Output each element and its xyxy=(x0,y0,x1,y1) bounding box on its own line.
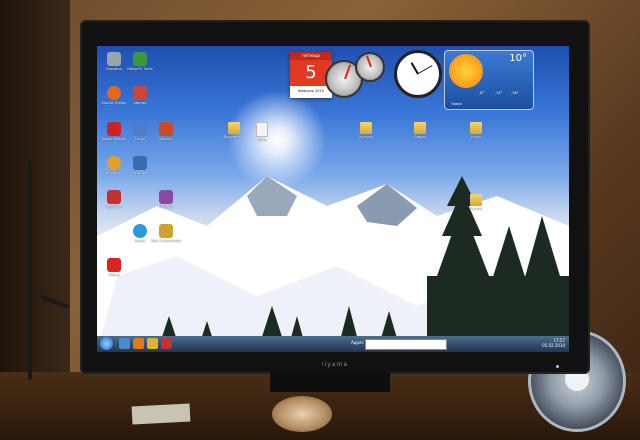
recycle-bin-icon xyxy=(107,52,121,66)
nokia-icon xyxy=(133,52,147,66)
folder-icon xyxy=(228,122,240,134)
ie-icon[interactable] xyxy=(119,338,130,349)
forecast-day: -12° xyxy=(495,91,503,95)
folder-icon xyxy=(414,122,426,134)
system-tray-clock[interactable]: 17:57 05.02.2010 xyxy=(542,338,565,348)
desktop-icon[interactable]: Тотал xyxy=(127,122,153,141)
document-icon xyxy=(256,122,268,137)
paper-sheet xyxy=(131,403,191,425)
desktop-icon[interactable]: Skype xyxy=(127,224,153,243)
power-led xyxy=(556,365,559,368)
calendar-month: Февраль 2010 xyxy=(298,89,324,93)
cd-disc xyxy=(272,396,332,432)
desktop-folder[interactable]: Фото xyxy=(249,122,275,142)
daemon-icon xyxy=(107,190,121,204)
desktop-icon[interactable]: Аватар xyxy=(127,86,153,105)
memory-gauge[interactable] xyxy=(355,52,385,82)
folder-icon xyxy=(470,122,482,134)
weather-city: Томск xyxy=(451,102,462,106)
clock-minute-hand xyxy=(417,65,433,75)
media-taskbar-icon[interactable] xyxy=(161,338,172,349)
folder-icon xyxy=(360,122,372,134)
desktop-folder[interactable]: Музыка xyxy=(353,122,379,139)
firefox-icon xyxy=(107,86,121,100)
acdsee-icon xyxy=(133,156,147,170)
firefox-taskbar-icon[interactable] xyxy=(133,338,144,349)
desktop-icon[interactable]: BitComet xyxy=(101,156,127,175)
desktop-folder[interactable]: Разное xyxy=(463,194,489,211)
address-label: Адрес xyxy=(351,340,364,345)
clock-gadget[interactable] xyxy=(394,50,442,98)
winrar-icon xyxy=(159,190,173,204)
address-input[interactable] xyxy=(365,339,447,350)
opera-icon xyxy=(107,258,121,272)
cable xyxy=(28,160,32,380)
desktop-icon[interactable]: Opera xyxy=(101,258,127,277)
forecast-day: -8° xyxy=(479,91,485,95)
taskbar: Адрес 17:57 05.02.2010 xyxy=(97,336,569,352)
desktop-icon[interactable]: Mozilla Firefox xyxy=(101,86,127,105)
total-commander-icon xyxy=(159,224,173,238)
desktop-icon[interactable]: Total Commander xyxy=(151,224,181,243)
desktop-screen: Корзина Nokia PC Suite Mozilla Firefox А… xyxy=(97,46,569,352)
forecast-day: -16° xyxy=(511,91,519,95)
folder-icon xyxy=(470,194,482,206)
weather-temperature: 10° xyxy=(509,53,527,64)
monitor-brand: iiyama xyxy=(321,361,349,368)
desktop-folder[interactable]: Документы xyxy=(221,122,247,139)
skype-icon xyxy=(133,224,147,238)
desktop-folder[interactable]: Игры xyxy=(463,122,489,139)
explorer-taskbar-icon[interactable] xyxy=(147,338,158,349)
desktop-icon[interactable]: Nokia PC Suite xyxy=(127,52,153,71)
weather-gadget[interactable]: 10° Томск -8° -12° -16° xyxy=(444,50,534,110)
desktop-icon[interactable]: Adobe Reader xyxy=(101,122,127,141)
desktop-icon[interactable]: Daemon xyxy=(101,190,127,209)
desktop-folder[interactable]: Видео xyxy=(407,122,433,139)
sun-icon xyxy=(449,54,483,88)
avatar-icon xyxy=(133,86,147,100)
calendar-weekday: пятница xyxy=(290,52,332,60)
wallpaper-landscape xyxy=(97,176,569,352)
bitcomet-icon xyxy=(107,156,121,170)
desktop-icon[interactable]: WinRAR xyxy=(153,190,179,209)
app-icon xyxy=(159,122,173,136)
app-icon xyxy=(133,122,147,136)
start-button[interactable] xyxy=(100,337,113,350)
desktop-icon[interactable]: Корзина xyxy=(101,52,127,71)
adobe-reader-icon xyxy=(107,122,121,136)
desktop-icon[interactable]: Мастер xyxy=(153,122,179,141)
desktop-icon[interactable]: ACDSee xyxy=(127,156,153,175)
monitor-stand xyxy=(270,372,390,392)
